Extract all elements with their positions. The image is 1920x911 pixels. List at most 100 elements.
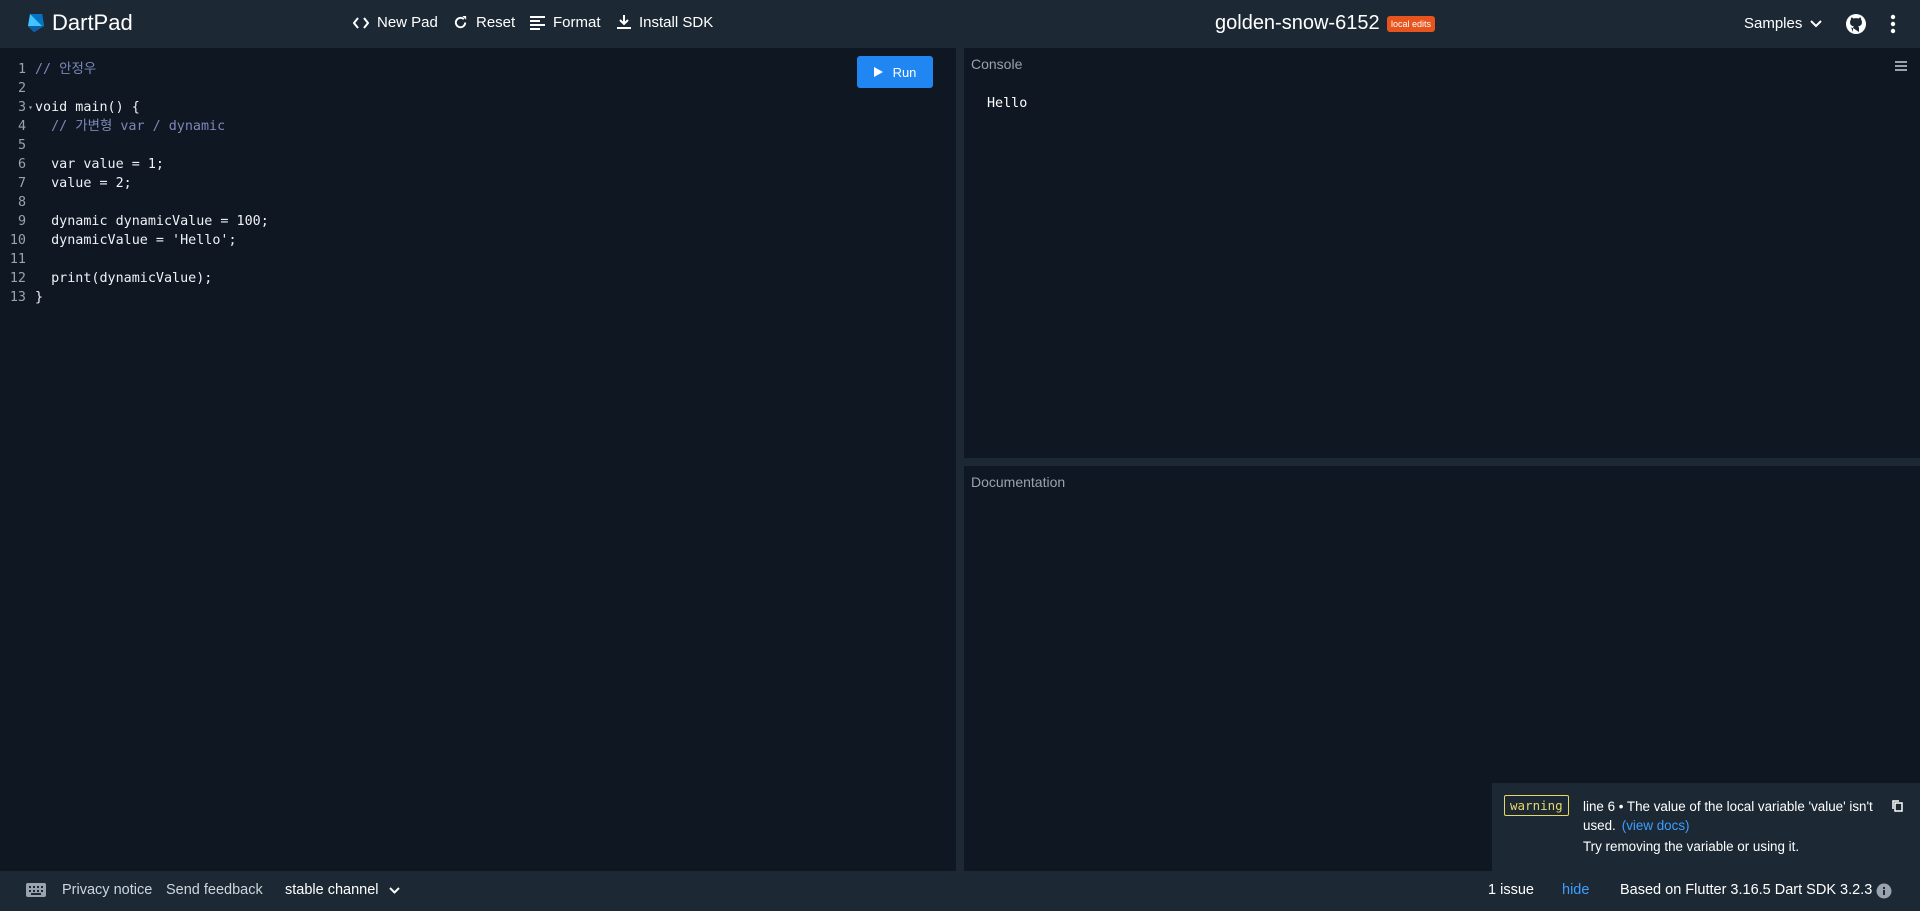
issue-fix: Try removing the variable or using it. xyxy=(1583,839,1800,854)
format-label: Format xyxy=(553,14,601,31)
samples-dropdown[interactable]: Samples xyxy=(1744,15,1823,32)
issue-panel: warning line 6 • The value of the local … xyxy=(1492,783,1920,871)
code-lines[interactable]: 1 // 안정우 2 3 ▾ void main() { 4 // 가변형 var /… xyxy=(0,60,269,307)
line-number: 12 xyxy=(9,271,26,286)
code-text: // 안정우 xyxy=(35,62,97,77)
console-output: Hello xyxy=(987,96,1028,111)
issue-message[interactable]: line 6 • The value of the local variable… xyxy=(1583,797,1873,835)
console-label: Console xyxy=(971,56,1023,72)
code-text: print(dynamicValue); xyxy=(35,271,213,286)
play-icon xyxy=(873,67,883,77)
line-number: 4 xyxy=(17,119,26,134)
code-line: 7 value = 2; xyxy=(0,174,269,193)
dartpad-logo[interactable]: DartPad xyxy=(26,10,133,36)
keyboard-shortcuts-button[interactable] xyxy=(26,883,46,901)
code-text: // 가변형 var / dynamic xyxy=(35,119,226,134)
code-line: 13} xyxy=(0,288,269,307)
install-sdk-label: Install SDK xyxy=(639,14,714,31)
pad-title[interactable]: golden-snow-6152 xyxy=(1215,12,1380,35)
line-number: 3 xyxy=(17,100,26,115)
code-line: 4 // 가변형 var / dynamic xyxy=(0,117,269,136)
fold-marker xyxy=(26,269,35,288)
code-text: var value = 1; xyxy=(35,157,164,172)
info-icon xyxy=(1876,883,1892,899)
format-button[interactable]: Format xyxy=(530,14,601,31)
app-header: DartPad New Pad Reset Format Install SDK… xyxy=(0,0,1920,48)
documentation-label: Documentation xyxy=(971,474,1066,490)
clear-console-button[interactable] xyxy=(1895,58,1907,76)
info-button[interactable] xyxy=(1876,883,1892,903)
code-line: 6 var value = 1; xyxy=(0,155,269,174)
fold-marker xyxy=(26,174,35,193)
fold-marker xyxy=(26,231,35,250)
run-button[interactable]: Run xyxy=(857,56,933,88)
horizontal-splitter[interactable] xyxy=(964,458,1920,466)
code-icon xyxy=(353,16,369,29)
code-text: dynamicValue = 'Hello'; xyxy=(35,233,237,248)
install-sdk-button[interactable]: Install SDK xyxy=(617,14,713,31)
chevron-down-icon xyxy=(388,886,400,894)
line-number: 5 xyxy=(17,138,26,153)
copy-icon xyxy=(1892,800,1903,812)
clear-all-icon xyxy=(1895,61,1907,71)
line-number: 11 xyxy=(9,252,26,267)
fold-marker[interactable]: ▾ xyxy=(26,98,35,117)
vertical-splitter[interactable] xyxy=(956,48,964,871)
fold-marker xyxy=(26,288,35,307)
warning-badge: warning xyxy=(1504,795,1569,816)
fold-marker xyxy=(26,250,35,269)
fold-marker xyxy=(26,193,35,212)
fold-marker xyxy=(26,212,35,231)
issue-count[interactable]: 1 issue xyxy=(1488,882,1534,898)
new-pad-label: New Pad xyxy=(377,14,438,31)
hide-issues-link[interactable]: hide xyxy=(1562,882,1589,898)
line-number: 2 xyxy=(17,81,26,96)
reset-button[interactable]: Reset xyxy=(453,14,515,31)
view-docs-link[interactable]: (view docs) xyxy=(1622,818,1690,833)
run-label: Run xyxy=(892,64,917,80)
line-number: 6 xyxy=(17,157,26,172)
code-editor[interactable]: 1 // 안정우 2 3 ▾ void main() { 4 // 가변형 var /… xyxy=(0,48,956,871)
code-text: void main() { xyxy=(35,100,140,115)
code-line: 11 xyxy=(0,250,269,269)
fold-marker xyxy=(26,60,35,79)
refresh-icon xyxy=(454,15,467,29)
new-pad-button[interactable]: New Pad xyxy=(353,14,438,31)
download-icon xyxy=(617,15,631,29)
channel-label: stable channel xyxy=(285,882,379,898)
code-text: dynamic dynamicValue = 100; xyxy=(35,214,269,229)
code-line: 12 print(dynamicValue); xyxy=(0,269,269,288)
line-number: 1 xyxy=(17,62,26,77)
fold-marker xyxy=(26,155,35,174)
app-name: DartPad xyxy=(52,10,133,35)
fold-marker xyxy=(26,136,35,155)
more-menu-button[interactable] xyxy=(1890,14,1896,39)
code-line: 3 ▾ void main() { xyxy=(0,98,269,117)
sdk-version: Based on Flutter 3.16.5 Dart SDK 3.2.3 xyxy=(1620,882,1873,898)
github-button[interactable] xyxy=(1845,13,1867,40)
code-line: 2 xyxy=(0,79,269,98)
code-line: 8 xyxy=(0,193,269,212)
dart-logo-icon xyxy=(28,14,44,32)
fold-marker xyxy=(26,117,35,136)
code-line: 1 // 안정우 xyxy=(0,60,269,79)
code-line: 5 xyxy=(0,136,269,155)
keyboard-icon xyxy=(26,883,46,897)
github-icon xyxy=(1846,14,1866,34)
format-align-icon xyxy=(530,15,545,30)
samples-label: Samples xyxy=(1744,15,1803,32)
line-number: 10 xyxy=(9,233,26,248)
code-line: 9 dynamic dynamicValue = 100; xyxy=(0,212,269,231)
code-text: value = 2; xyxy=(35,176,132,191)
send-feedback-link[interactable]: Send feedback xyxy=(166,882,263,898)
line-number: 9 xyxy=(17,214,26,229)
copy-button[interactable] xyxy=(1892,799,1903,817)
line-number: 8 xyxy=(17,195,26,210)
privacy-notice-link[interactable]: Privacy notice xyxy=(62,882,152,898)
chevron-down-icon xyxy=(1810,19,1823,27)
console-panel: Console Hello xyxy=(964,48,1920,458)
code-line: 10 dynamicValue = 'Hello'; xyxy=(0,231,269,250)
local-edits-badge: local edits xyxy=(1387,16,1436,32)
code-text: } xyxy=(35,290,44,305)
channel-dropdown[interactable]: stable channel xyxy=(285,882,400,898)
